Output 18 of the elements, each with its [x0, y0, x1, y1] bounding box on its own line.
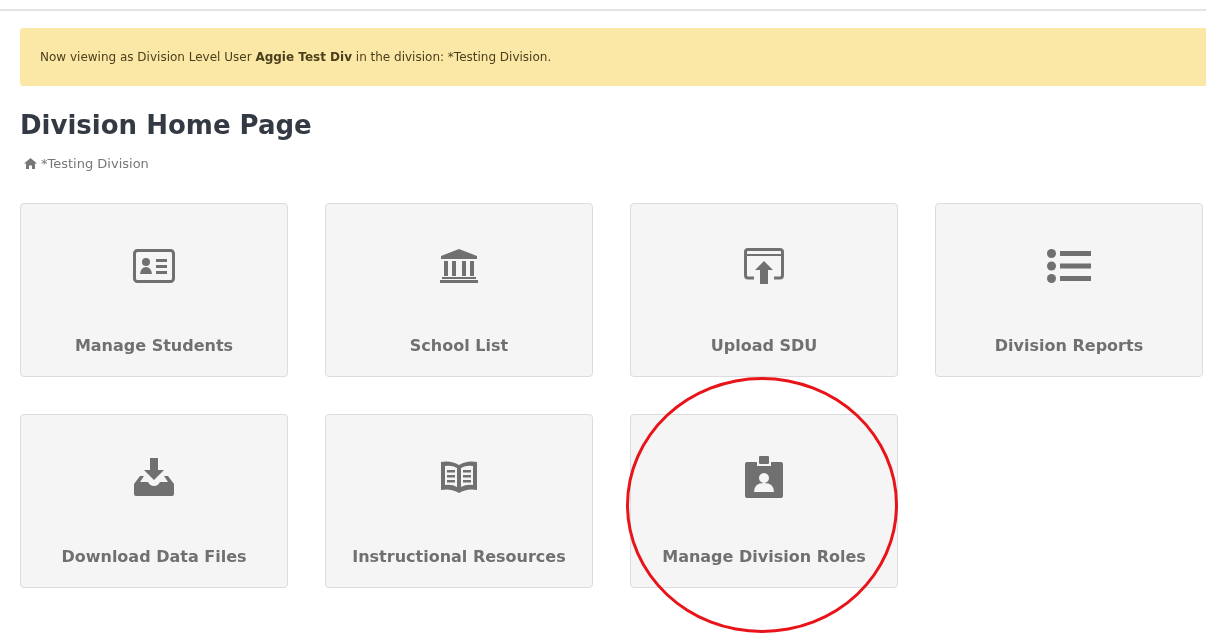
- menu-tile[interactable]: Division Reports: [935, 203, 1203, 377]
- menu-tile[interactable]: School List: [325, 203, 593, 377]
- menu-tile[interactable]: Download Data Files: [20, 414, 288, 588]
- breadcrumb-link[interactable]: *Testing Division: [41, 156, 149, 171]
- home-icon: [24, 158, 37, 169]
- list-icon: [1047, 249, 1091, 283]
- menu-tile[interactable]: Manage Division Roles: [630, 414, 898, 588]
- book-icon: [439, 459, 479, 495]
- download-icon: [132, 458, 176, 496]
- badge-icon: [745, 456, 783, 498]
- banner-text: Now viewing as Division Level User Aggie Test Div in the division: *Testing Division.: [40, 50, 552, 64]
- menu-tile[interactable]: Manage Students: [20, 203, 288, 377]
- menu-tile[interactable]: Upload SDU: [630, 203, 898, 377]
- page-title: Division Home Page: [20, 109, 313, 142]
- id-card-icon: [133, 249, 175, 283]
- upload-icon: [744, 248, 784, 284]
- menu-tile[interactable]: Instructional Resources: [325, 414, 593, 588]
- bank-icon: [440, 249, 478, 283]
